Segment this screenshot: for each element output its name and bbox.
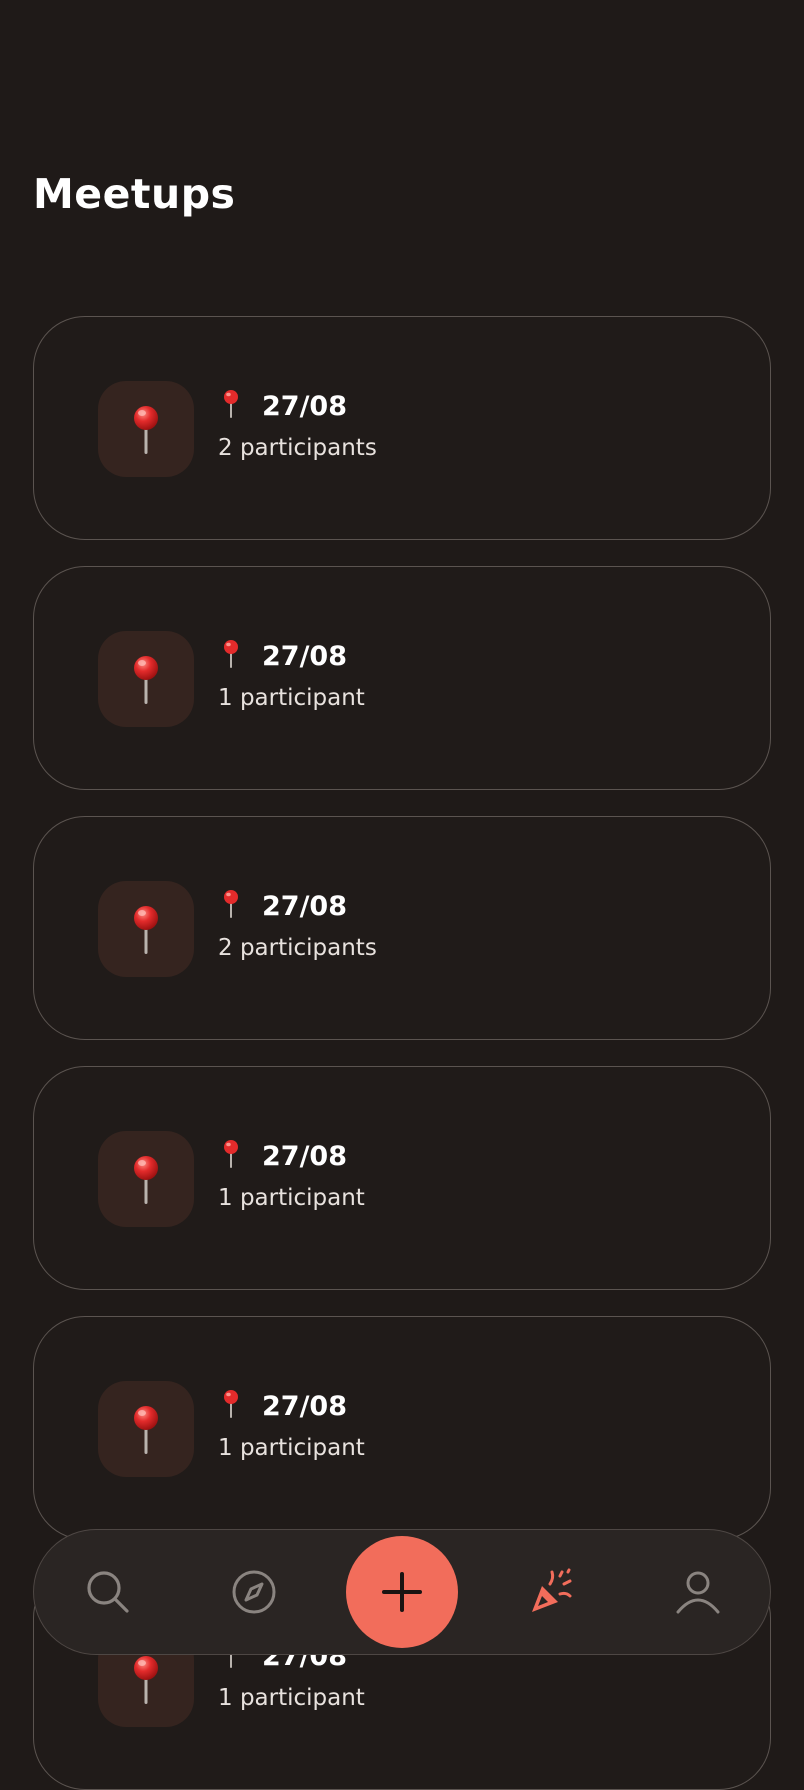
meetup-icon-tile <box>98 1381 194 1477</box>
round-pushpin-icon <box>224 1390 238 1418</box>
meetup-list: 27/08 2 participants 27/08 1 participant… <box>0 0 804 1790</box>
create-meetup-button[interactable] <box>346 1536 458 1648</box>
meetup-card[interactable]: 27/08 2 participants <box>33 816 771 1040</box>
round-pushpin-icon <box>134 1406 158 1454</box>
meetup-icon-tile <box>98 631 194 727</box>
meetup-card[interactable]: 27/08 1 participant <box>33 1066 771 1290</box>
meetup-date: 27/08 <box>262 1140 348 1172</box>
round-pushpin-icon <box>134 1656 158 1704</box>
meetup-icon-tile <box>98 1131 194 1227</box>
round-pushpin-icon <box>224 1140 238 1168</box>
round-pushpin-icon <box>134 906 158 954</box>
nav-meetups-button[interactable] <box>520 1560 584 1624</box>
meetup-icon-tile <box>98 381 194 477</box>
round-pushpin-icon <box>134 656 158 704</box>
meetup-card[interactable]: 27/08 1 participant <box>33 1316 771 1540</box>
meetup-date: 27/08 <box>262 1390 348 1422</box>
meetup-participants: 2 participants <box>218 435 377 461</box>
round-pushpin-icon <box>134 1156 158 1204</box>
round-pushpin-icon <box>224 390 238 418</box>
meetup-date: 27/08 <box>262 640 348 672</box>
party-popper-icon <box>532 1568 572 1612</box>
nav-profile-button[interactable] <box>666 1560 730 1624</box>
meetup-participants: 1 participant <box>218 1685 365 1711</box>
search-icon <box>87 1571 129 1613</box>
meetup-participants: 1 participant <box>218 1185 365 1211</box>
compass-icon <box>232 1570 276 1614</box>
meetup-participants: 1 participant <box>218 1435 365 1461</box>
user-icon <box>676 1571 720 1614</box>
round-pushpin-icon <box>134 406 158 454</box>
meetup-date: 27/08 <box>262 390 348 422</box>
round-pushpin-icon <box>224 890 238 918</box>
bottom-nav <box>33 1529 771 1655</box>
plus-icon <box>382 1572 422 1612</box>
meetup-card[interactable]: 27/08 1 participant <box>33 566 771 790</box>
nav-search-button[interactable] <box>76 1560 140 1624</box>
round-pushpin-icon <box>224 640 238 668</box>
meetup-participants: 1 participant <box>218 685 365 711</box>
meetup-icon-tile <box>98 881 194 977</box>
meetup-date: 27/08 <box>262 890 348 922</box>
meetup-card[interactable]: 27/08 2 participants <box>33 316 771 540</box>
nav-explore-button[interactable] <box>222 1560 286 1624</box>
meetup-participants: 2 participants <box>218 935 377 961</box>
